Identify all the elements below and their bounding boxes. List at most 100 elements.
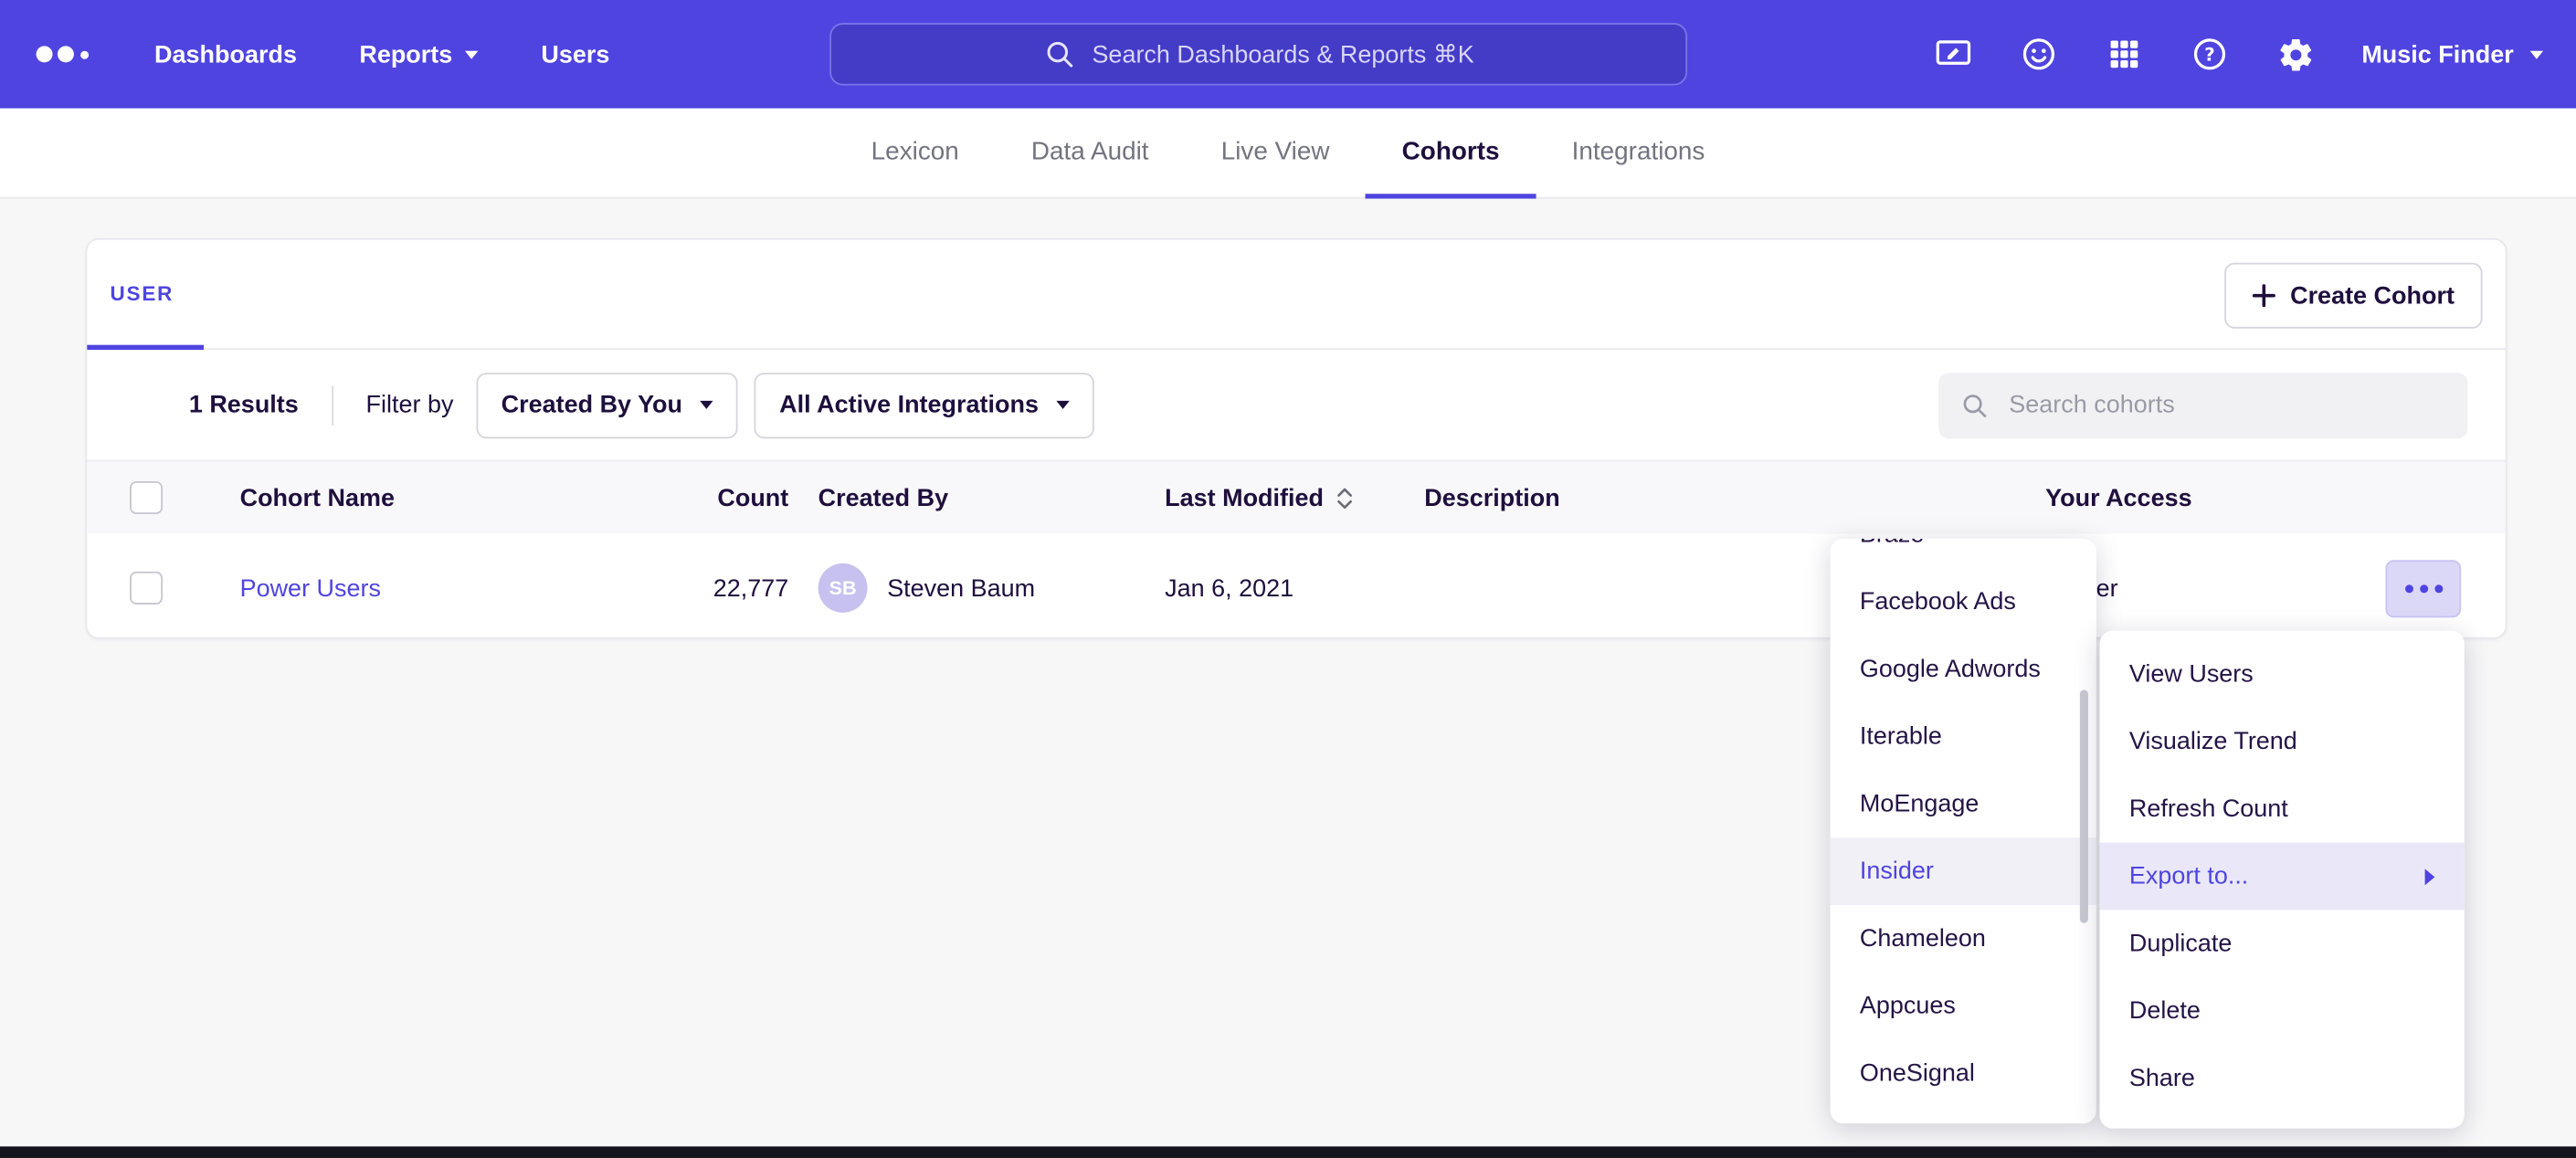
- panel-header: USER Create Cohort: [87, 240, 2505, 350]
- project-switcher[interactable]: Music Finder: [2361, 40, 2543, 68]
- tab-label: Lexicon: [871, 138, 959, 167]
- table-header: Cohort Name Count Created By Last Modifi…: [87, 460, 2505, 534]
- menu-item-iterable[interactable]: Iterable: [1831, 703, 2096, 771]
- project-name: Music Finder: [2361, 40, 2513, 68]
- menu-item-braze[interactable]: Braze: [1831, 539, 2096, 568]
- header-last-modified[interactable]: Last Modified: [1138, 484, 1398, 512]
- created-by-filter-dropdown[interactable]: Created By You: [477, 372, 739, 437]
- help-icon[interactable]: ?: [2191, 35, 2230, 74]
- sort-icon: [1336, 485, 1354, 510]
- header-cohort-name: Cohort Name: [240, 484, 628, 512]
- header-created-by: Created By: [788, 484, 1138, 512]
- header-description: Description: [1399, 484, 2020, 512]
- tab-label: Cohorts: [1402, 138, 1500, 167]
- tab-cohorts[interactable]: Cohorts: [1366, 109, 1536, 197]
- section-tab-bar: Lexicon Data Audit Live View Cohorts Int…: [0, 109, 2576, 199]
- menu-item-facebook-ads[interactable]: Facebook Ads: [1831, 568, 2096, 636]
- tab-live-view[interactable]: Live View: [1185, 109, 1366, 197]
- top-navbar: Dashboards Reports Users Search Dashboar…: [0, 0, 2576, 109]
- export-destinations-menu: Braze Facebook Ads Google Adwords Iterab…: [1831, 539, 2096, 1123]
- divider: [332, 385, 333, 425]
- menu-item-appcues[interactable]: Appcues: [1831, 973, 2096, 1040]
- logo-dot: [58, 46, 74, 62]
- nav-users-label: Users: [541, 40, 609, 68]
- apps-grid-icon[interactable]: [2106, 35, 2145, 74]
- header-count: Count: [717, 484, 788, 512]
- dot: [2419, 584, 2427, 593]
- nav-reports-label: Reports: [359, 40, 452, 68]
- tab-label: Integrations: [1572, 138, 1705, 167]
- row-actions-button[interactable]: [2385, 560, 2461, 617]
- menu-item-onesignal[interactable]: OneSignal: [1831, 1039, 2096, 1107]
- tab-integrations[interactable]: Integrations: [1536, 109, 1741, 197]
- menu-item-insider[interactable]: Insider: [1831, 837, 2096, 905]
- tab-label: Live View: [1221, 138, 1330, 167]
- menu-item-export-to[interactable]: Export to...: [2099, 843, 2464, 911]
- last-modified-cell: Jan 6, 2021: [1138, 574, 1398, 603]
- filter-row: 1 Results Filter by Created By You All A…: [87, 350, 2505, 459]
- monitor-edit-icon[interactable]: [1935, 35, 1974, 74]
- menu-item-refresh-count[interactable]: Refresh Count: [2099, 775, 2464, 843]
- logo-dot: [80, 50, 89, 58]
- chevron-down-icon: [701, 401, 713, 409]
- brand-logo[interactable]: [37, 46, 90, 62]
- menu-item-moengage[interactable]: MoEngage: [1831, 770, 2096, 837]
- menu-item-chameleon[interactable]: Chameleon: [1831, 905, 2096, 973]
- menu-item-visualize-trend[interactable]: Visualize Trend: [2099, 708, 2464, 775]
- header-your-access: Your Access: [2019, 484, 2482, 512]
- nav-dashboards[interactable]: Dashboards: [154, 40, 297, 68]
- chevron-down-icon: [466, 50, 479, 58]
- global-search-input[interactable]: Search Dashboards & Reports ⌘K: [829, 23, 1687, 85]
- export-destinations-list: Braze Facebook Ads Google Adwords Iterab…: [1831, 539, 2096, 1107]
- nav-dashboards-label: Dashboards: [154, 40, 297, 68]
- tab-label: Data Audit: [1031, 138, 1149, 167]
- user-type-tab[interactable]: USER: [87, 240, 203, 349]
- select-all-checkbox[interactable]: [130, 481, 163, 514]
- feedback-smiley-icon[interactable]: [2020, 35, 2059, 74]
- nav-reports[interactable]: Reports: [359, 40, 479, 68]
- app-window: Dashboards Reports Users Search Dashboar…: [0, 0, 2576, 1158]
- scrollbar-thumb[interactable]: [2080, 690, 2088, 922]
- chevron-down-icon: [2530, 50, 2543, 58]
- cohort-search-input[interactable]: [2006, 389, 2446, 420]
- menu-item-duplicate[interactable]: Duplicate: [2099, 910, 2464, 977]
- created-by-cell: SB Steven Baum: [788, 563, 1138, 613]
- menu-item-share[interactable]: Share: [2099, 1045, 2464, 1112]
- nav-users[interactable]: Users: [541, 40, 609, 68]
- integrations-filter-dropdown[interactable]: All Active Integrations: [755, 372, 1094, 437]
- tab-data-audit[interactable]: Data Audit: [995, 109, 1185, 197]
- cohort-count: 22,777: [713, 574, 789, 603]
- window-edge: [0, 1146, 2576, 1158]
- global-search-placeholder: Search Dashboards & Reports ⌘K: [1092, 39, 1473, 68]
- export-to-label: Export to...: [2129, 862, 2248, 890]
- results-count: 1 Results: [189, 391, 299, 419]
- created-by-name: Steven Baum: [887, 574, 1035, 603]
- create-cohort-label: Create Cohort: [2290, 281, 2455, 310]
- row-checkbox[interactable]: [130, 572, 163, 605]
- menu-item-view-users[interactable]: View Users: [2099, 640, 2464, 708]
- menu-item-delete[interactable]: Delete: [2099, 977, 2464, 1045]
- logo-dot: [37, 46, 53, 62]
- cohort-name-link[interactable]: Power Users: [240, 574, 628, 603]
- tab-lexicon[interactable]: Lexicon: [835, 109, 995, 197]
- primary-nav: Dashboards Reports Users: [154, 40, 609, 68]
- cohorts-panel: USER Create Cohort 1 Results Filter by C…: [86, 238, 2507, 639]
- header-last-modified-label: Last Modified: [1165, 484, 1324, 512]
- created-by-filter-label: Created By You: [501, 391, 682, 419]
- navbar-right-cluster: ? Music Finder: [1935, 35, 2543, 74]
- cohort-search-box: [1938, 372, 2467, 437]
- settings-gear-icon[interactable]: [2276, 35, 2316, 74]
- plus-icon: [2253, 284, 2275, 307]
- row-context-menu: View Users Visualize Trend Refresh Count…: [2099, 631, 2464, 1129]
- create-cohort-button[interactable]: Create Cohort: [2224, 263, 2482, 329]
- filter-dropdowns: Created By You All Active Integrations: [477, 372, 1094, 437]
- search-icon: [1042, 37, 1075, 70]
- search-icon: [1960, 388, 1990, 421]
- dot: [2433, 584, 2442, 593]
- dot: [2404, 584, 2412, 593]
- menu-item-google-adwords[interactable]: Google Adwords: [1831, 636, 2096, 703]
- filter-by-label: Filter by: [366, 391, 454, 419]
- chevron-down-icon: [1057, 401, 1070, 409]
- avatar: SB: [818, 563, 868, 613]
- row-context-list: View Users Visualize Trend Refresh Count…: [2099, 640, 2464, 1111]
